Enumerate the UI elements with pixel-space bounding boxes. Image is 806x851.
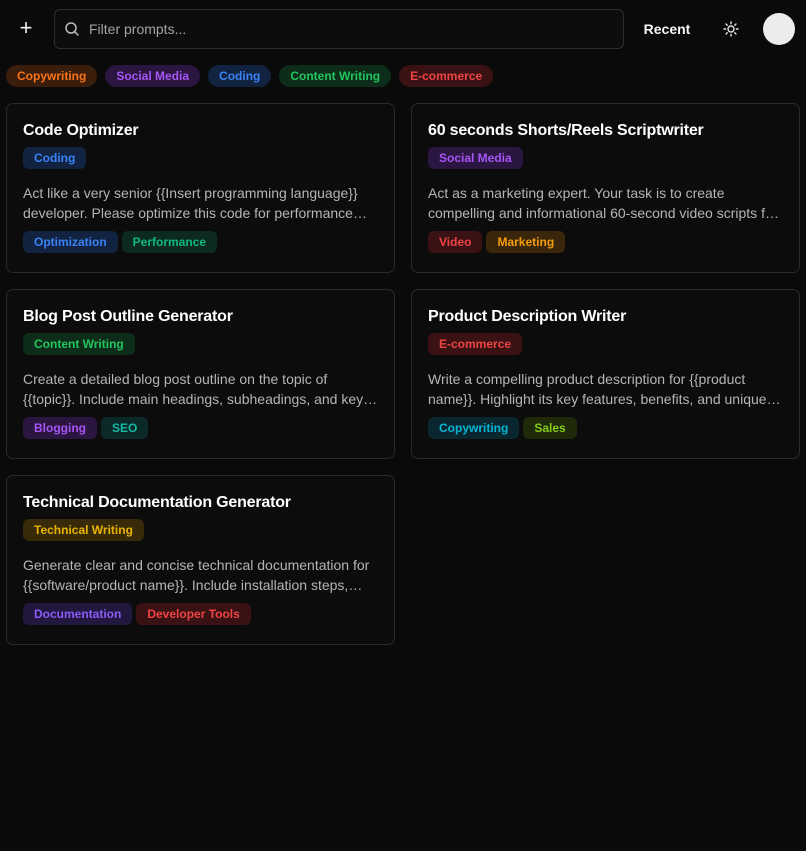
filter-chip-content-writing[interactable]: Content Writing <box>279 65 392 87</box>
card-title: Technical Documentation Generator <box>23 494 291 511</box>
card-category: Social Media <box>428 147 783 169</box>
tag-badge: Copywriting <box>428 417 520 439</box>
card-description: Generate clear and concise technical doc… <box>23 557 370 593</box>
card-tags: Copywriting Sales <box>428 417 783 439</box>
category-badge: E-commerce <box>428 333 523 355</box>
card-title: Blog Post Outline Generator <box>23 308 233 325</box>
tag-badge: Blogging <box>23 417 97 439</box>
prompt-card[interactable]: Technical Documentation Generator Technic… <box>6 475 395 645</box>
filter-chip-e-commerce[interactable]: E-commerce <box>399 65 494 87</box>
filter-chip-coding[interactable]: Coding <box>208 65 272 87</box>
prompt-card[interactable]: Blog Post Outline Generator Content Writi… <box>6 289 395 459</box>
tag-badge: Performance <box>121 231 218 253</box>
card-category: E-commerce <box>428 333 783 355</box>
card-description: Write a compelling product description f… <box>428 371 767 407</box>
filter-chip-social-media[interactable]: Social Media <box>105 65 201 87</box>
card-title: 60 seconds Shorts/Reels Scriptwriter <box>428 122 704 139</box>
plus-icon: + <box>19 15 33 40</box>
card-category: Coding <box>23 147 378 169</box>
category-badge: Coding <box>23 147 87 169</box>
sun-icon <box>723 21 739 37</box>
card-title: Code Optimizer <box>23 122 139 139</box>
prompt-card[interactable]: Product Description Writer E-commerce Writ… <box>411 289 800 459</box>
tag-badge: Optimization <box>23 231 118 253</box>
card-description: Create a detailed blog post outline on t… <box>23 371 364 407</box>
card-description: Act like a very senior {{Insert programm… <box>23 185 358 221</box>
add-prompt-button[interactable]: + <box>12 14 40 42</box>
tag-badge: Video <box>428 231 483 253</box>
category-filter-bar: Copywriting Social Media Coding Content Wri… <box>6 65 494 87</box>
card-category: Technical Writing <box>23 519 378 541</box>
category-badge: Technical Writing <box>23 519 144 541</box>
sort-recent-button[interactable]: Recent <box>636 14 698 44</box>
user-avatar[interactable] <box>763 13 795 45</box>
tag-badge: Developer Tools <box>136 603 251 625</box>
card-title: Product Description Writer <box>428 308 627 325</box>
theme-toggle-button[interactable] <box>717 15 745 43</box>
search-input[interactable] <box>89 21 623 37</box>
search-box[interactable] <box>54 9 624 49</box>
top-bar: + Recent <box>0 0 806 58</box>
search-icon <box>64 21 80 37</box>
tag-badge: SEO <box>100 417 149 439</box>
card-category: Content Writing <box>23 333 378 355</box>
category-badge: Content Writing <box>23 333 135 355</box>
card-description: Act as a marketing expert. Your task is … <box>428 185 778 221</box>
tag-badge: Sales <box>523 417 577 439</box>
prompt-card[interactable]: 60 seconds Shorts/Reels Scriptwriter Soci… <box>411 103 800 273</box>
card-tags: Optimization Performance <box>23 231 378 253</box>
tag-badge: Documentation <box>23 603 133 625</box>
tag-badge: Marketing <box>486 231 566 253</box>
card-tags: Documentation Developer Tools <box>23 603 378 625</box>
category-badge: Social Media <box>428 147 523 169</box>
filter-chip-copywriting[interactable]: Copywriting <box>6 65 98 87</box>
card-tags: Blogging SEO <box>23 417 378 439</box>
card-tags: Video Marketing <box>428 231 783 253</box>
prompt-card[interactable]: Code Optimizer Coding Act like a very seni… <box>6 103 395 273</box>
